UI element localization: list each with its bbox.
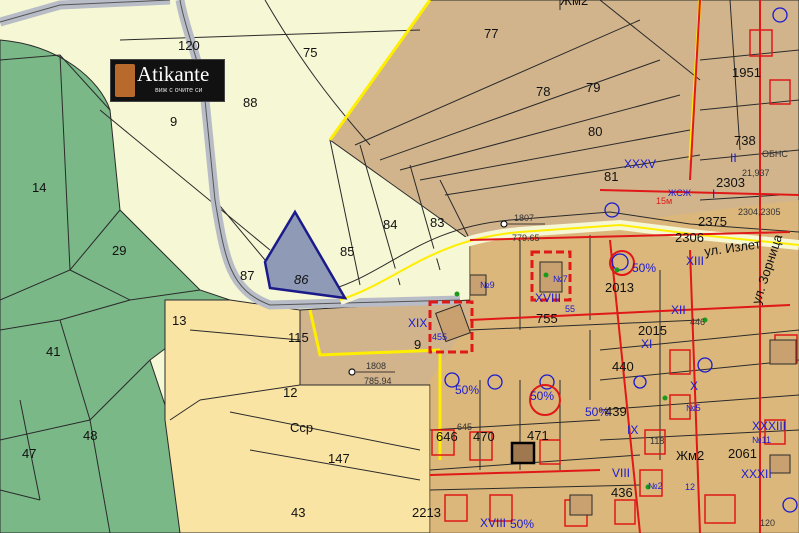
label-118: 118 [650,436,664,446]
logo-title: Atikante [137,62,210,86]
parcel-120: 120 [178,38,200,53]
lot-ii: II [730,151,737,165]
benchmark-1807-elev: 779.65 [512,233,540,243]
parcel-2015: 2015 [638,323,667,338]
label-645: 645 [457,422,472,432]
parcel-77: 77 [484,26,498,41]
atikante-logo: Atikante виж с очите си [110,59,225,102]
parcel-12: 12 [283,385,297,400]
parcel-2375: 2375 [698,214,727,229]
parcel-446: 446 [690,317,705,327]
lot-xiii: XIII [686,254,704,268]
parcel-78: 78 [536,84,550,99]
parcel-738: 738 [734,133,756,148]
logo-tagline: виж с очите си [155,87,203,94]
lot-x: X [690,379,698,393]
label-pct-3: 50% [455,383,479,397]
label-n5: №5 [686,403,701,413]
parcel-147: 147 [328,451,350,466]
label-120: 120 [760,518,775,528]
parcel-2303: 2303 [716,175,745,190]
selected-building [510,441,536,465]
parcel-41: 41 [46,344,60,359]
parcel-79: 79 [586,80,600,95]
parcel-84: 84 [383,217,397,232]
parcel-47: 47 [22,446,36,461]
parcel-81: 81 [604,169,618,184]
parcel-2013: 2013 [605,280,634,295]
parcel-440: 440 [612,359,634,374]
parcel-88: 88 [243,95,257,110]
label-pair: 2304,2305 [738,207,781,217]
lot-xi: XI [641,337,652,351]
zone-jm2-top: Жм2 [560,0,588,8]
lot-xxxv: XXXV [624,157,656,171]
parcel-14: 14 [32,180,46,195]
parcel-471: 471 [527,428,549,443]
lot-i: I [712,187,715,201]
parcel-436: 436 [611,485,633,500]
label-n7: №7 [553,274,568,284]
lot-xviii: XVIII [535,291,561,305]
label-pct-5: 50% [510,517,534,531]
parcel-87: 87 [240,268,254,283]
parcel-9: 9 [170,114,177,129]
parcel-29: 29 [112,243,126,258]
label-12: 12 [685,482,695,492]
lot-xix: XIX [408,316,427,330]
zone-jm2-mid: Жм2 [676,448,704,463]
label-n9: №9 [480,280,495,290]
parcel-646: 646 [436,429,458,444]
label-obns: ОБНС [762,149,788,159]
lot-xviii-south: XVIII [480,516,506,530]
lot-xii: XII [671,303,686,317]
parcel-43: 43 [291,505,305,520]
parcel-2306: 2306 [675,230,704,245]
logo-mark-icon [115,64,135,97]
parcel-470: 470 [473,429,495,444]
parcel-75: 75 [303,45,317,60]
label-455: 455 [432,332,447,342]
label-n11: №11 [752,435,771,445]
parcel-9-south: 9 [414,337,421,352]
parcel-48: 48 [83,428,97,443]
parcel-2061: 2061 [728,446,757,461]
benchmark-1808-id: 1808 [366,361,386,371]
benchmark-1807-id: 1807 [514,213,534,223]
cadastral-map: 120 75 88 9 14 29 13 41 48 47 87 86 85 8… [0,0,799,533]
parcel-115: 115 [288,330,309,345]
lot-xxxiii: XXXIII [752,419,786,433]
label-pct-1: 50% [530,389,554,403]
lot-xxxii: XXXII [741,467,772,481]
lot-viii: VIII [612,466,630,480]
parcel-80: 80 [588,124,602,139]
label-55: 55 [565,304,575,314]
parcel-83: 83 [430,215,444,230]
lot-ix: IX [627,423,638,437]
parcel-1951: 1951 [732,65,761,80]
parcel-2213: 2213 [412,505,441,520]
label-area: 21,937 [742,168,770,178]
parcel-755: 755 [536,311,558,326]
label-15m: 15м [656,196,672,206]
zone-ssr: Сср [290,420,313,435]
label-n2: №2 [648,481,663,491]
parcel-13: 13 [172,313,186,328]
parcel-86: 86 [294,272,309,287]
benchmark-1808-elev: 785.94 [364,376,392,386]
parcel-85: 85 [340,244,354,259]
label-pct-4: 50% [632,261,656,275]
label-pct-2: 50% [585,405,609,419]
